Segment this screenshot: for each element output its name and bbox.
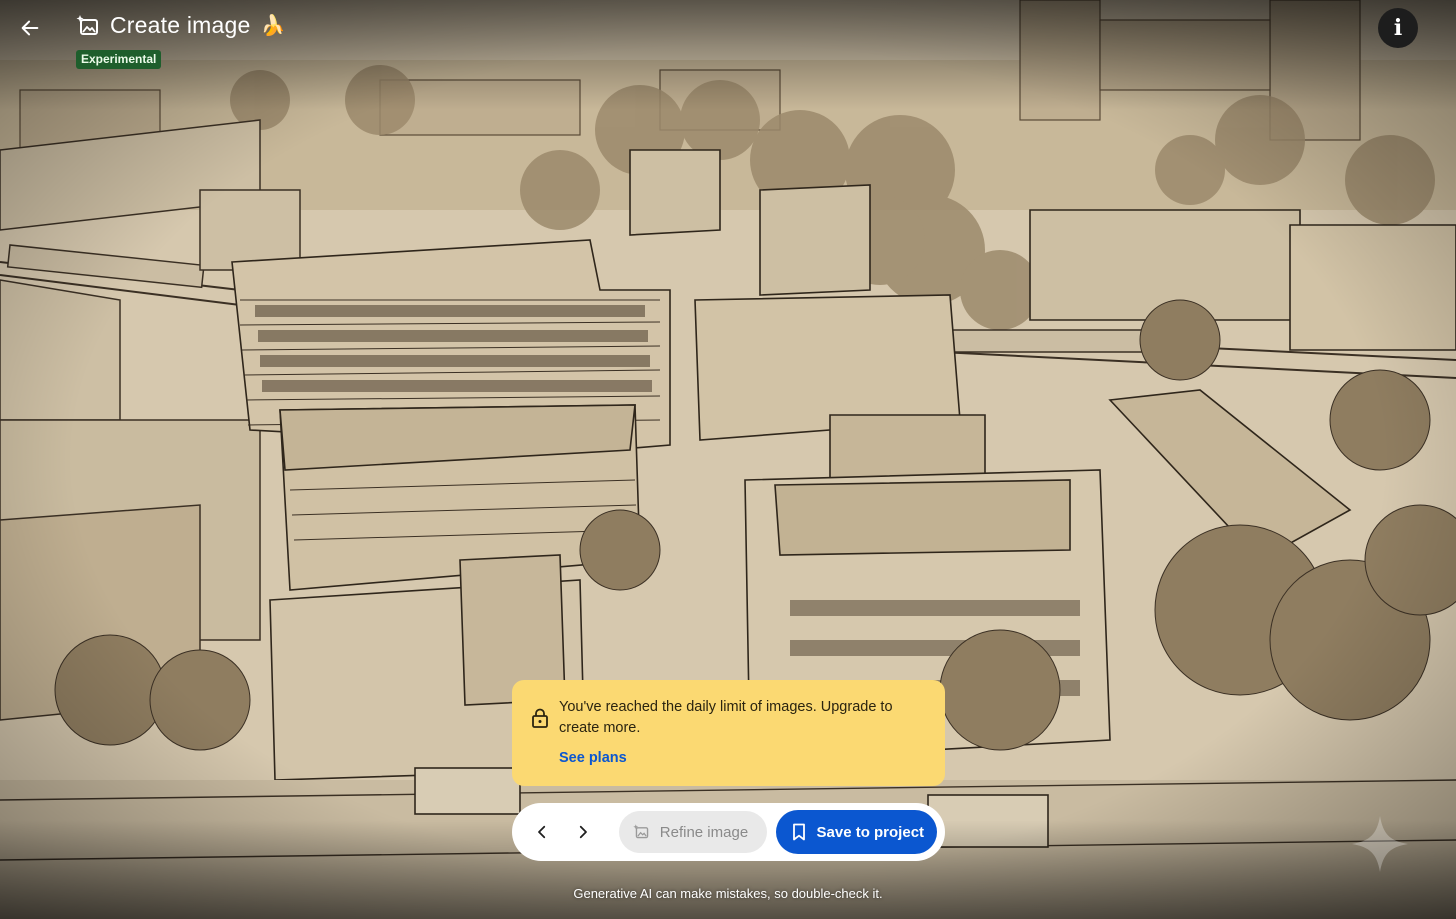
sparkle-watermark-icon [1352, 816, 1408, 872]
save-to-project-button[interactable]: Save to project [775, 810, 937, 854]
notice-message: You've reached the daily limit of images… [559, 699, 893, 736]
image-sparkle-icon [76, 14, 98, 35]
page-title: Create image [110, 12, 251, 38]
chevron-right-icon [579, 825, 587, 839]
info-icon: i [1393, 15, 1403, 41]
image-sparkle-icon [633, 824, 649, 839]
previous-image-button[interactable] [524, 814, 559, 850]
refine-image-button[interactable]: Refine image [618, 811, 767, 853]
experimental-badge: Experimental [76, 50, 162, 69]
bookmark-icon [792, 823, 805, 841]
ai-disclaimer: Generative AI can make mistakes, so doub… [573, 886, 883, 901]
refine-image-label: Refine image [659, 823, 749, 841]
save-to-project-label: Save to project [816, 823, 925, 841]
lock-icon [532, 708, 548, 728]
page-header: Create image 🍌 [76, 12, 285, 39]
banana-emoji: 🍌 [260, 15, 286, 37]
daily-limit-notice: You've reached the daily limit of images… [512, 680, 945, 786]
arrow-left-icon [21, 20, 39, 36]
chevron-left-icon [537, 825, 545, 839]
back-button[interactable] [12, 10, 48, 46]
image-toolbar: Refine image Save to project [512, 803, 945, 861]
info-button[interactable]: i [1378, 8, 1418, 48]
next-image-button[interactable] [565, 814, 600, 850]
see-plans-link[interactable]: See plans [559, 750, 627, 766]
